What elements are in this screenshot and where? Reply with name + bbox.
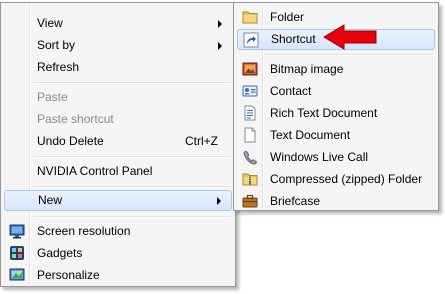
menu-item-label: Shortcut: [271, 32, 316, 46]
menu-item-label: Bitmap image: [270, 62, 344, 76]
menu-separator: [33, 216, 231, 218]
monitor-icon: [9, 224, 25, 239]
menu-item-personalize[interactable]: Personalize: [4, 265, 232, 286]
red-arrow-icon: [323, 24, 377, 50]
contact-icon: [242, 85, 258, 97]
shortcut-icon: [243, 32, 259, 48]
menu-separator: [33, 82, 231, 84]
menu-item-label: NVIDIA Control Panel: [37, 164, 153, 178]
submenu-item-text-document[interactable]: Text Document: [237, 125, 435, 146]
briefcase-icon: [242, 194, 258, 208]
zip-folder-icon: [242, 173, 258, 186]
menu-item-label: Briefcase: [270, 194, 321, 208]
submenu-item-bitmap-image[interactable]: Bitmap image: [237, 59, 435, 80]
menu-item-label: New: [38, 193, 63, 207]
rich-text-icon: [244, 105, 256, 121]
menu-item-label: Folder: [270, 10, 305, 24]
personalize-icon: [9, 268, 25, 281]
menu-item-sort-by[interactable]: Sort by: [4, 35, 232, 56]
menu-item-label: Paste shortcut: [37, 112, 114, 126]
menu-item-screen-resolution[interactable]: Screen resolution: [4, 221, 232, 242]
menu-item-nvidia-control-panel[interactable]: NVIDIA Control Panel: [4, 161, 232, 182]
submenu-item-rich-text-document[interactable]: Rich Text Document: [237, 103, 435, 124]
menu-item-label: Windows Live Call: [270, 150, 369, 164]
menu-item-label: Personalize: [37, 268, 100, 282]
submenu-item-compressed-zipped-folder[interactable]: Compressed (zipped) Folder: [237, 169, 435, 190]
menu-item-label: Gadgets: [37, 246, 83, 260]
menu-item-label: Paste: [37, 90, 68, 104]
submenu-item-contact[interactable]: Contact: [237, 81, 435, 102]
menu-item-view[interactable]: View: [4, 13, 232, 34]
menu-item-label: Contact: [270, 84, 312, 98]
menu-item-label: Text Document: [270, 128, 351, 142]
folder-icon: [242, 11, 258, 24]
menu-item-paste[interactable]: Paste: [4, 87, 232, 108]
menu-separator: [33, 186, 231, 188]
menu-item-label: Rich Text Document: [270, 106, 378, 120]
keyboard-shortcut: Ctrl+Z: [185, 134, 218, 148]
desktop-context-menu: View Sort by Refresh Paste Paste shortcu…: [0, 2, 236, 287]
submenu-item-windows-live-call[interactable]: Windows Live Call: [237, 147, 435, 168]
gadgets-icon: [10, 246, 24, 260]
menu-item-label: Undo Delete: [37, 134, 104, 148]
menu-item-gadgets[interactable]: Gadgets: [4, 243, 232, 264]
menu-item-label: Screen resolution: [37, 224, 131, 238]
submenu-arrow-icon: [217, 197, 221, 205]
menu-item-label: View: [37, 16, 63, 30]
text-document-icon: [244, 127, 256, 143]
submenu-arrow-icon: [218, 42, 222, 50]
menu-item-refresh[interactable]: Refresh: [4, 57, 232, 78]
menu-separator: [266, 54, 434, 56]
submenu-arrow-icon: [218, 20, 222, 28]
phone-icon: [243, 150, 257, 165]
menu-item-label: Sort by: [37, 38, 76, 52]
submenu-item-briefcase[interactable]: Briefcase: [237, 191, 435, 212]
menu-item-new[interactable]: New: [4, 190, 232, 211]
menu-item-undo-delete[interactable]: Undo Delete Ctrl+Z: [4, 131, 232, 152]
menu-separator: [33, 156, 231, 158]
desktop: View Sort by Refresh Paste Paste shortcu…: [0, 0, 445, 294]
menu-item-label: Refresh: [37, 60, 80, 74]
bitmap-icon: [242, 62, 258, 76]
menu-item-paste-shortcut[interactable]: Paste shortcut: [4, 109, 232, 130]
menu-item-label: Compressed (zipped) Folder: [270, 172, 423, 186]
